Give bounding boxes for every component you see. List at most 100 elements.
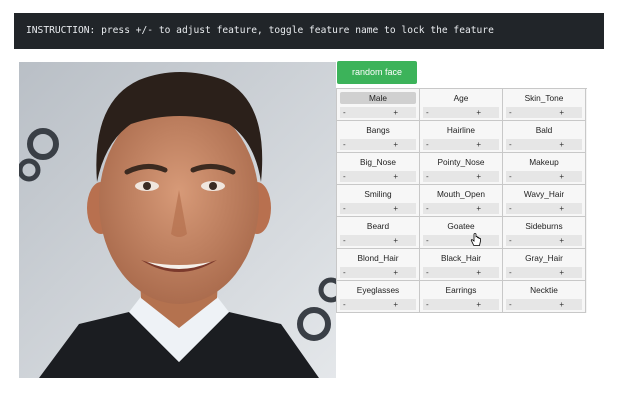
decrease-button-wavy-hair[interactable]: - [509,203,512,214]
feature-controls-gray-hair: - + [506,267,582,278]
feature-toggle-blond-hair[interactable]: Blond_Hair [340,252,416,264]
increase-button-eyeglasses[interactable]: + [393,299,398,310]
decrease-button-makeup[interactable]: - [509,171,512,182]
increase-button-bangs[interactable]: + [393,139,398,150]
decrease-button-sideburns[interactable]: - [509,235,512,246]
feature-toggle-eyeglasses[interactable]: Eyeglasses [340,284,416,296]
feature-cell-age: Age - + [420,89,503,121]
feature-toggle-smiling[interactable]: Smiling [340,188,416,200]
decrease-button-earrings[interactable]: - [426,299,429,310]
decrease-button-bald[interactable]: - [509,139,512,150]
feature-controls-black-hair: - + [423,267,499,278]
decrease-button-eyeglasses[interactable]: - [343,299,346,310]
feature-toggle-age[interactable]: Age [423,92,499,104]
feature-controls-goatee: -+ [423,235,499,246]
feature-toggle-beard[interactable]: Beard [340,220,416,232]
feature-toggle-pointy-nose[interactable]: Pointy_Nose [423,156,499,168]
decrease-button-gray-hair[interactable]: - [509,267,512,278]
increase-button-pointy-nose[interactable]: + [476,171,481,182]
decrease-button-skin-tone[interactable]: - [509,107,512,118]
increase-button-skin-tone[interactable]: + [559,107,564,118]
feature-cell-hairline: Hairline - + [420,121,503,153]
increase-button-earrings[interactable]: + [476,299,481,310]
generated-face-image [19,62,336,378]
feature-cell-goatee: Goatee -+ [420,217,503,249]
decrease-button-pointy-nose[interactable]: - [426,171,429,182]
feature-toggle-male[interactable]: Male [340,92,416,104]
decrease-button-hairline[interactable]: - [426,139,429,150]
increase-button-gray-hair[interactable]: + [559,267,564,278]
feature-toggle-sideburns[interactable]: Sideburns [506,220,582,232]
feature-controls-necktie: - + [506,299,582,310]
instruction-banner: INSTRUCTION: press +/- to adjust feature… [14,13,604,49]
feature-controls-bald: - + [506,139,582,150]
decrease-button-big-nose[interactable]: - [343,171,346,182]
feature-toggle-skin-tone[interactable]: Skin_Tone [506,92,582,104]
feature-cell-sideburns: Sideburns - + [503,217,586,249]
increase-button-male[interactable]: + [393,107,398,118]
feature-toggle-black-hair[interactable]: Black_Hair [423,252,499,264]
feature-controls-beard: - + [340,235,416,246]
feature-controls-wavy-hair: - + [506,203,582,214]
feature-toggle-makeup[interactable]: Makeup [506,156,582,168]
increase-button-mouth-open[interactable]: + [476,203,481,214]
decrease-button-age[interactable]: - [426,107,429,118]
random-face-button[interactable]: random face [337,61,417,84]
feature-cell-eyeglasses: Eyeglasses - + [337,281,420,313]
feature-toggle-wavy-hair[interactable]: Wavy_Hair [506,188,582,200]
increase-button-sideburns[interactable]: + [559,235,564,246]
feature-cell-necktie: Necktie - + [503,281,586,313]
feature-controls-makeup: - + [506,171,582,182]
increase-button-hairline[interactable]: + [476,139,481,150]
feature-cell-smiling: Smiling - + [337,185,420,217]
feature-cell-blond-hair: Blond_Hair - + [337,249,420,281]
decrease-button-blond-hair[interactable]: - [343,267,346,278]
feature-toggle-bald[interactable]: Bald [506,124,582,136]
decrease-button-black-hair[interactable]: - [426,267,429,278]
feature-toggle-big-nose[interactable]: Big_Nose [340,156,416,168]
decrease-button-male[interactable]: - [343,107,346,118]
feature-cell-pointy-nose: Pointy_Nose - + [420,153,503,185]
feature-cell-mouth-open: Mouth_Open - + [420,185,503,217]
increase-button-bald[interactable]: + [559,139,564,150]
feature-toggle-necktie[interactable]: Necktie [506,284,582,296]
feature-grid: Male - + Age - + Skin_Tone - + Bangs - + Hairline - + B… [336,88,587,313]
feature-cell-makeup: Makeup - + [503,153,586,185]
feature-toggle-gray-hair[interactable]: Gray_Hair [506,252,582,264]
increase-button-smiling[interactable]: + [393,203,398,214]
feature-cell-big-nose: Big_Nose - + [337,153,420,185]
feature-cell-black-hair: Black_Hair - + [420,249,503,281]
increase-button-beard[interactable]: + [393,235,398,246]
increase-button-wavy-hair[interactable]: + [559,203,564,214]
feature-toggle-bangs[interactable]: Bangs [340,124,416,136]
feature-toggle-hairline[interactable]: Hairline [423,124,499,136]
feature-controls-skin-tone: - + [506,107,582,118]
decrease-button-necktie[interactable]: - [509,299,512,310]
increase-button-big-nose[interactable]: + [393,171,398,182]
feature-controls-hairline: - + [423,139,499,150]
feature-toggle-earrings[interactable]: Earrings [423,284,499,296]
feature-controls-bangs: - + [340,139,416,150]
feature-controls-earrings: - + [423,299,499,310]
decrease-button-mouth-open[interactable]: - [426,203,429,214]
decrease-button-bangs[interactable]: - [343,139,346,150]
feature-cell-bald: Bald - + [503,121,586,153]
increase-button-makeup[interactable]: + [559,171,564,182]
feature-controls-age: - + [423,107,499,118]
increase-button-age[interactable]: + [476,107,481,118]
decrease-button-smiling[interactable]: - [343,203,346,214]
feature-controls-smiling: - + [340,203,416,214]
increase-button-blond-hair[interactable]: + [393,267,398,278]
feature-controls-male: - + [340,107,416,118]
feature-toggle-goatee[interactable]: Goatee [423,220,499,232]
decrease-button-beard[interactable]: - [343,235,346,246]
feature-toggle-mouth-open[interactable]: Mouth_Open [423,188,499,200]
feature-controls-sideburns: - + [506,235,582,246]
feature-cell-wavy-hair: Wavy_Hair - + [503,185,586,217]
feature-controls-big-nose: - + [340,171,416,182]
decrease-button-goatee[interactable]: - [426,235,429,246]
feature-controls-pointy-nose: - + [423,171,499,182]
feature-cell-skin-tone: Skin_Tone - + [503,89,586,121]
increase-button-necktie[interactable]: + [559,299,564,310]
increase-button-black-hair[interactable]: + [476,267,481,278]
